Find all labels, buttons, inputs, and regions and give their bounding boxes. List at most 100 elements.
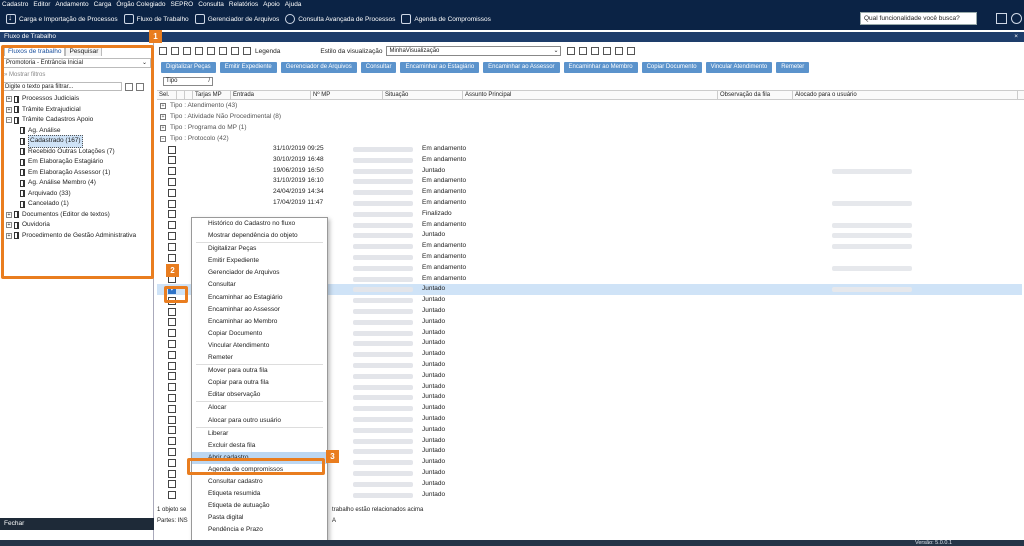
row-checkbox[interactable] xyxy=(168,199,176,208)
context-menu-item[interactable]: Pendência e Prazo xyxy=(192,524,327,536)
column-header[interactable]: Nº MP xyxy=(311,91,383,99)
context-menu-item[interactable]: Consultar cadastro xyxy=(192,476,327,488)
row-checkbox[interactable] xyxy=(168,339,176,348)
row-checkbox[interactable] xyxy=(168,458,176,467)
collapse-icon[interactable]: − xyxy=(160,135,166,142)
table-row[interactable]: 31/10/2019 16:10 Em andamento xyxy=(157,176,1022,187)
row-checkbox[interactable] xyxy=(168,350,176,359)
save-view-icon[interactable] xyxy=(567,47,576,55)
context-menu-item[interactable]: Digitalizar Peças xyxy=(192,243,327,255)
column-header[interactable]: Entrada xyxy=(231,91,311,99)
context-menu-item[interactable]: Alocar xyxy=(192,402,327,414)
context-menu-item[interactable]: Etiqueta de autuação xyxy=(192,500,327,512)
legend-icon[interactable] xyxy=(243,47,251,55)
expand-icon[interactable]: + xyxy=(160,113,166,120)
context-menu-item[interactable]: Pasta digital xyxy=(192,512,327,524)
context-menu-item[interactable]: Mover para outra fila xyxy=(192,365,327,377)
action-button[interactable]: Digitalizar Peças xyxy=(161,61,216,73)
row-checkbox[interactable] xyxy=(168,318,176,327)
action-button[interactable]: Encaminhar ao Estagiário xyxy=(400,61,480,73)
grid-icon[interactable] xyxy=(579,47,588,55)
export-icon[interactable] xyxy=(615,47,624,55)
row-checkbox[interactable] xyxy=(168,372,176,381)
column-header[interactable]: Assunto Principal xyxy=(463,91,718,99)
row-checkbox[interactable] xyxy=(168,383,176,392)
context-menu-item[interactable]: Excluir desta fila xyxy=(192,440,327,452)
menu-item[interactable]: Ajuda xyxy=(285,1,302,8)
row-checkbox[interactable] xyxy=(168,210,176,219)
columns-icon[interactable] xyxy=(231,47,239,55)
column-header[interactable]: Observação da fila xyxy=(718,91,793,99)
context-menu-item[interactable]: Editar observação xyxy=(192,389,327,401)
group-icon[interactable] xyxy=(219,47,227,55)
legend-label[interactable]: Legenda xyxy=(255,48,280,55)
menu-item[interactable]: Andamento xyxy=(55,1,88,8)
collapse-icon[interactable] xyxy=(195,47,203,55)
home-icon[interactable] xyxy=(996,13,1007,24)
row-checkbox[interactable] xyxy=(168,393,176,402)
action-button[interactable]: Gerenciador de Arquivos xyxy=(280,61,357,73)
context-menu-item[interactable]: Histórico do Cadastro no fluxo xyxy=(192,218,327,230)
context-menu-item[interactable]: Copiar para outra fila xyxy=(192,377,327,389)
column-header[interactable]: Sel. xyxy=(157,91,177,99)
column-header[interactable] xyxy=(185,91,193,99)
context-menu-item[interactable]: Mostrar dependência do objeto xyxy=(192,230,327,242)
menu-item[interactable]: Cadastro xyxy=(2,1,28,8)
copy-icon[interactable] xyxy=(207,47,215,55)
toolbar-agenda[interactable]: Agenda de Compromissos xyxy=(401,14,491,24)
action-button[interactable]: Encaminhar ao Membro xyxy=(563,61,638,73)
context-menu-item[interactable]: Gerenciador de Arquivos xyxy=(192,267,327,279)
group-row[interactable]: + Tipo : Programa do MP (1) xyxy=(157,122,1024,133)
context-menu-item[interactable]: Copiar Documento xyxy=(192,328,327,340)
row-checkbox[interactable] xyxy=(168,404,176,413)
toolbar-fluxo[interactable]: Fluxo de Trabalho xyxy=(123,14,189,24)
context-menu-item[interactable]: Encaminhar ao Membro xyxy=(192,316,327,328)
expand-icon[interactable]: + xyxy=(160,102,166,109)
feature-search-input[interactable]: Qual funcionalidade você busca? xyxy=(860,12,977,25)
menu-item[interactable]: Órgão Colegiado xyxy=(116,1,165,8)
context-menu-item[interactable]: Etiqueta resumida xyxy=(192,488,327,500)
row-checkbox[interactable] xyxy=(168,437,176,446)
expand-icon[interactable]: + xyxy=(160,124,166,131)
row-checkbox[interactable] xyxy=(168,491,176,500)
group-row[interactable]: + Tipo : Atendimento (43) xyxy=(157,100,1024,111)
column-header[interactable]: Tarjas MP xyxy=(193,91,231,99)
row-checkbox[interactable] xyxy=(168,156,176,165)
row-checkbox[interactable] xyxy=(168,469,176,478)
menu-item[interactable]: Consulta xyxy=(198,1,224,8)
action-button[interactable]: Emitir Expediente xyxy=(219,61,277,73)
column-header[interactable]: Alocado para o usuário xyxy=(793,91,1018,99)
action-button[interactable]: Vincular Atendimento xyxy=(705,61,773,73)
row-checkbox[interactable] xyxy=(168,221,176,230)
table-row[interactable]: 24/04/2019 14:34 Em andamento xyxy=(157,187,1022,198)
column-header[interactable] xyxy=(177,91,185,99)
menu-item[interactable]: Carga xyxy=(94,1,112,8)
print-icon[interactable] xyxy=(627,47,636,55)
table-row[interactable]: 30/10/2019 16:48 Em andamento xyxy=(157,155,1022,166)
context-menu-item[interactable]: Encaminhar ao Estagiário xyxy=(192,292,327,304)
row-checkbox[interactable] xyxy=(168,480,176,489)
row-checkbox[interactable] xyxy=(168,167,176,176)
context-menu-item[interactable]: Alocar para outro usuário xyxy=(192,415,327,427)
group-chip[interactable]: Tipo / xyxy=(163,77,213,86)
toolbar-gerenciador[interactable]: Gerenciador de Arquivos xyxy=(194,14,279,24)
filter-icon[interactable] xyxy=(603,47,612,55)
menu-item[interactable]: SEPRO xyxy=(170,1,193,8)
context-menu-item[interactable]: Emitir Expediente xyxy=(192,255,327,267)
row-checkbox[interactable] xyxy=(168,415,176,424)
close-icon[interactable]: × xyxy=(1014,32,1018,42)
expand-icon[interactable] xyxy=(183,47,191,55)
group-row[interactable]: − Tipo : Protocolo (42) xyxy=(157,133,1024,144)
row-checkbox[interactable] xyxy=(168,253,176,262)
table-row[interactable]: 17/04/2019 11:47 Em andamento xyxy=(157,198,1022,209)
row-checkbox[interactable] xyxy=(168,426,176,435)
users-icon[interactable] xyxy=(1011,13,1022,24)
row-checkbox[interactable] xyxy=(168,361,176,370)
action-button[interactable]: Encaminhar ao Assessor xyxy=(483,61,560,73)
row-checkbox[interactable] xyxy=(168,307,176,316)
row-checkbox[interactable] xyxy=(168,188,176,197)
context-menu-item[interactable]: Encaminhar ao Assessor xyxy=(192,304,327,316)
view-style-select[interactable]: MinhaVisualização ⌄ xyxy=(386,46,562,56)
action-button[interactable]: Remeter xyxy=(776,61,810,73)
group-row[interactable]: + Tipo : Atividade Não Procedimental (8) xyxy=(157,111,1024,122)
